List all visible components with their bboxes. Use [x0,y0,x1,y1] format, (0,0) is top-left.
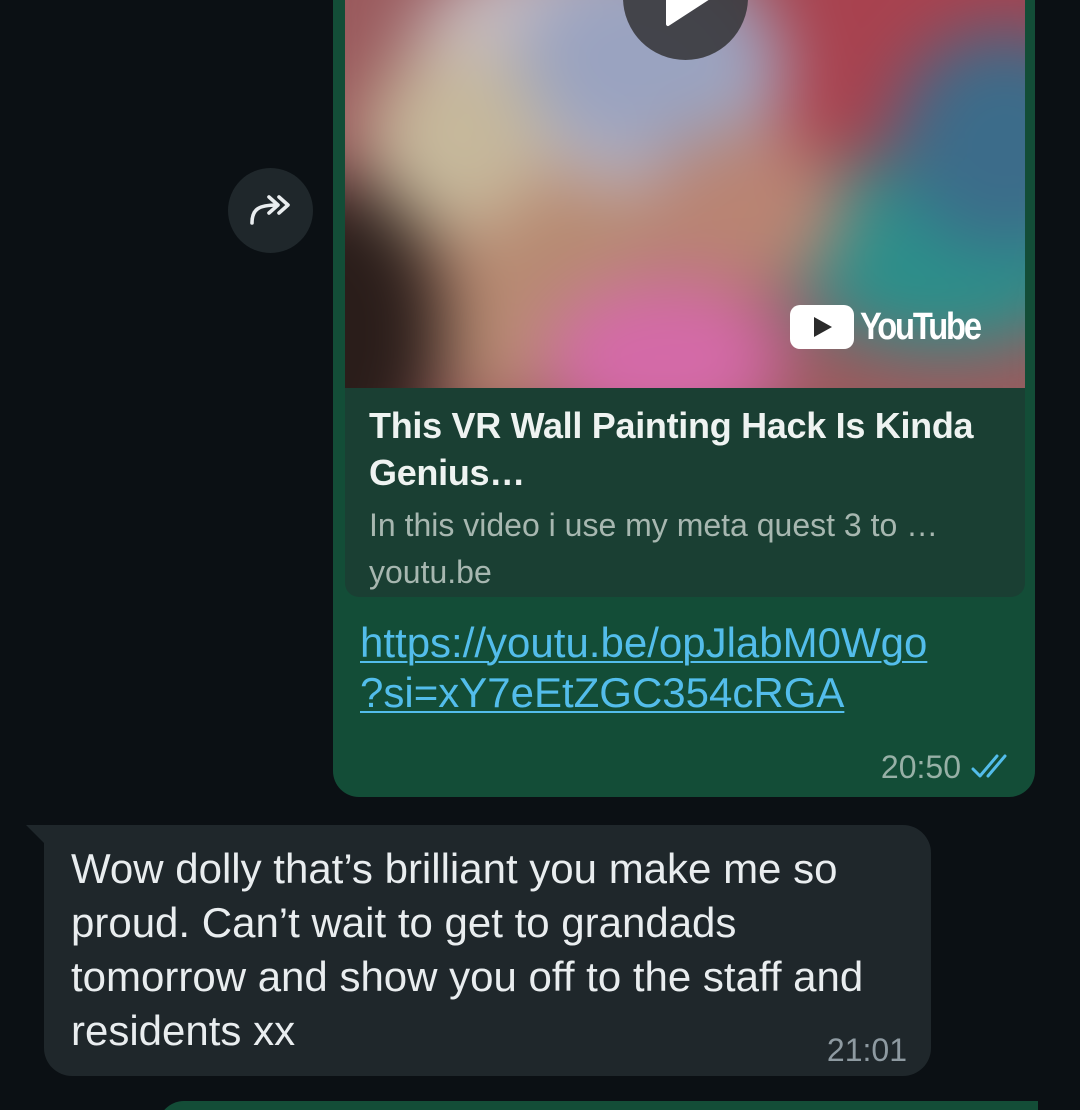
chat-area: YouTube This VR Wall Painting Hack Is Ki… [0,0,1080,1110]
play-icon [665,0,708,26]
message-link[interactable]: https://youtu.be/opJlabM0Wgo ?si=xY7eEtZ… [360,618,1020,718]
video-thumbnail[interactable]: YouTube [345,0,1025,388]
next-message-bubble[interactable] [158,1101,1038,1110]
preview-description: In this video i use my meta quest 3 to … [369,507,939,543]
message-time: 21:01 [826,1032,907,1068]
double-check-icon [971,754,1007,778]
incoming-message-bubble[interactable]: Wow dolly that’s brilliant you make me s… [44,825,931,1076]
message-meta: 20:50 [881,747,1013,787]
link-line-1[interactable]: https://youtu.be/opJlabM0Wgo [360,619,927,666]
message-time: 20:50 [880,749,961,785]
youtube-play-icon [790,305,854,349]
preview-domain: youtu.be [369,554,492,590]
message-text: Wow dolly that’s brilliant you make me s… [71,845,864,1054]
preview-title: This VR Wall Painting Hack Is Kinda Geni… [369,405,974,493]
youtube-logo: YouTube [790,305,999,349]
link-preview-card[interactable]: YouTube This VR Wall Painting Hack Is Ki… [345,0,1025,597]
link-line-2[interactable]: ?si=xY7eEtZGC354cRGA [360,669,844,716]
forward-button[interactable] [228,168,313,253]
forward-icon [249,194,290,225]
youtube-wordmark: YouTube [860,305,982,348]
outgoing-message-bubble[interactable]: YouTube This VR Wall Painting Hack Is Ki… [333,0,1035,797]
